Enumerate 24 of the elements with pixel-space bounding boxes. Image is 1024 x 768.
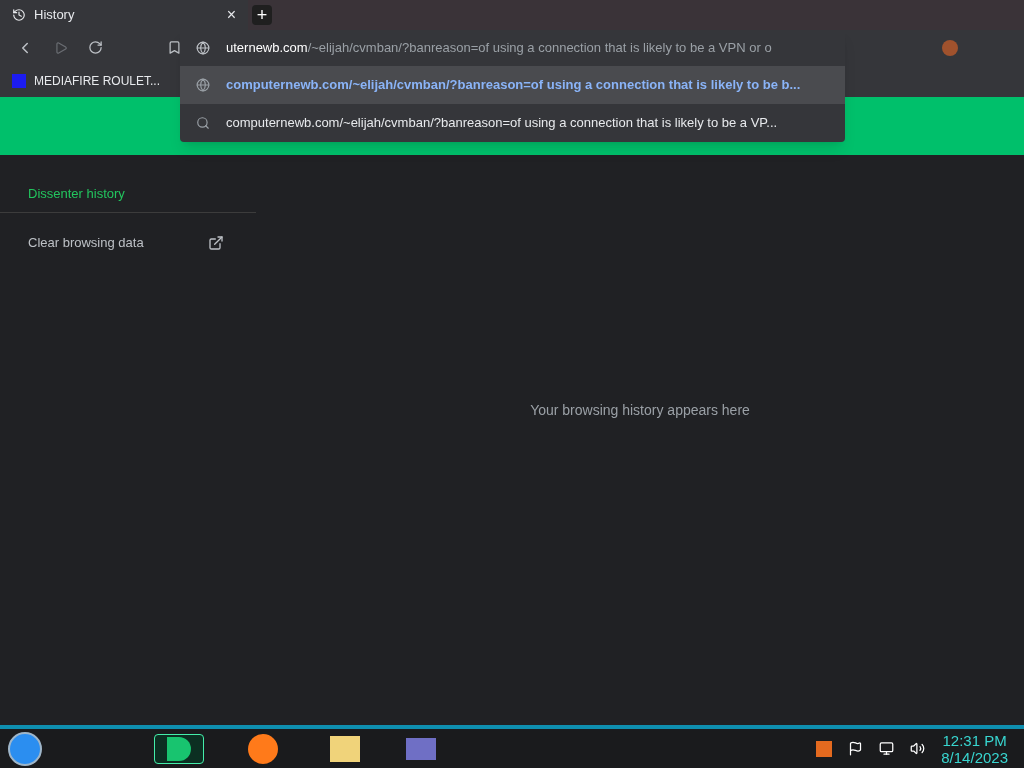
network-icon[interactable] — [879, 741, 895, 756]
start-orb-icon[interactable] — [8, 731, 42, 766]
clock-date: 8/14/2023 — [941, 748, 1008, 766]
bookmark-item[interactable]: MEDIAFIRE ROULET... — [12, 72, 161, 90]
volume-icon[interactable] — [910, 741, 926, 756]
browser-tab[interactable]: History × — [0, 0, 248, 30]
bookmark-icon[interactable] — [167, 40, 182, 55]
new-tab-button[interactable]: + — [252, 5, 272, 25]
clock-time: 12:31 PM — [942, 731, 1007, 749]
sidebar-item[interactable]: Dissenter history — [0, 175, 256, 213]
suggestion-item[interactable]: computernewb.com/~elijah/cvmban/?banreason=of using a connection that is likely to be a VP... — [180, 104, 845, 142]
suggestion-item[interactable]: computernewb.com/~elijah/cvmban/?banreason=of using a connection that is likely to be b... — [180, 66, 845, 104]
globe-icon — [196, 41, 210, 55]
globe-icon — [196, 78, 210, 92]
chat-app-icon[interactable] — [154, 733, 204, 764]
close-tab-button[interactable]: × — [226, 7, 236, 23]
sidebar-item[interactable]: Clear browsing data — [0, 225, 256, 261]
reload-icon[interactable] — [88, 40, 103, 55]
search-icon — [196, 116, 210, 130]
flag-icon[interactable] — [848, 741, 864, 756]
bookmark-favicon-icon — [12, 74, 26, 88]
empty-message: Your browsing history appears here — [530, 400, 750, 420]
tab-title: History — [34, 6, 76, 25]
history-icon — [12, 8, 26, 22]
